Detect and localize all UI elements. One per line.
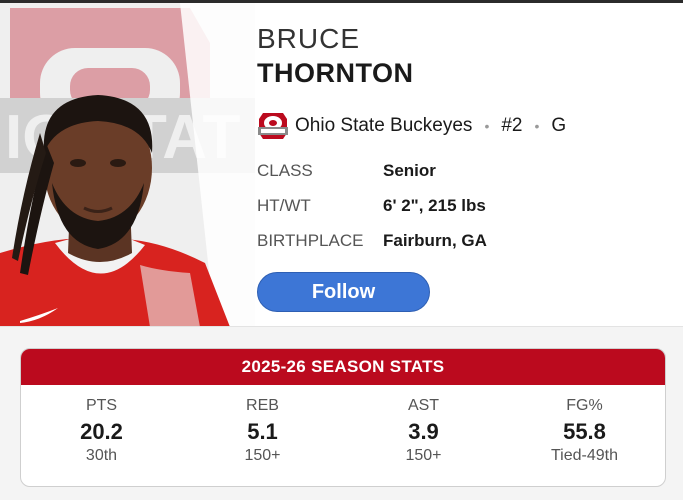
stat-rank: 30th [85, 447, 118, 464]
player-photo: IO STAT [0, 3, 255, 327]
stat-points: PTS 20.2 30th [21, 385, 182, 486]
info-label: BIRTHPLACE [257, 231, 364, 250]
follow-button[interactable]: Follow [257, 272, 430, 312]
season-stats-card: 2025-26 SEASON STATS PTS 20.2 30th REB 5… [20, 348, 666, 487]
stat-label: PTS [85, 397, 118, 414]
stat-rebounds: REB 5.1 150+ [182, 385, 343, 486]
stat-label: AST [407, 397, 440, 414]
stat-rank: Tied-49th [551, 447, 618, 464]
stat-rank: 150+ [405, 447, 442, 464]
info-value: Senior [383, 161, 436, 180]
team-info-row: Ohio State Buckeyes • #2 • G [257, 110, 566, 142]
stats-row: PTS 20.2 30th REB 5.1 150+ AST 3.9 150+ … [21, 385, 665, 486]
stat-rank: 150+ [244, 447, 281, 464]
info-label: CLASS [257, 161, 313, 180]
info-value: Fairburn, GA [383, 231, 487, 250]
stat-assists: AST 3.9 150+ [343, 385, 504, 486]
separator-dot: • [484, 118, 490, 134]
player-headshot-image: IO STAT [0, 3, 255, 327]
stat-value: 55.8 [563, 419, 606, 444]
stat-value: 5.1 [247, 419, 278, 444]
ohio-state-logo-icon[interactable] [257, 110, 289, 142]
season-stats-title: 2025-26 SEASON STATS [21, 349, 665, 385]
team-name-link[interactable]: Ohio State Buckeyes [295, 115, 472, 137]
info-label: HT/WT [257, 196, 311, 215]
stat-label: FG% [566, 397, 603, 414]
player-first-name: BRUCE [257, 23, 361, 54]
stat-value: 20.2 [80, 419, 123, 444]
player-last-name: THORNTON [257, 58, 414, 88]
stat-label: REB [246, 397, 279, 414]
player-position: G [551, 115, 567, 136]
jersey-number: #2 [501, 115, 523, 136]
info-value: 6' 2", 215 lbs [383, 196, 486, 215]
stat-field-goal-pct: FG% 55.8 Tied-49th [504, 385, 665, 486]
separator-dot: • [534, 118, 540, 134]
player-header: IO STAT BRUCE THORNTON Ohio State Buckey… [0, 3, 683, 327]
stat-value: 3.9 [408, 419, 439, 444]
